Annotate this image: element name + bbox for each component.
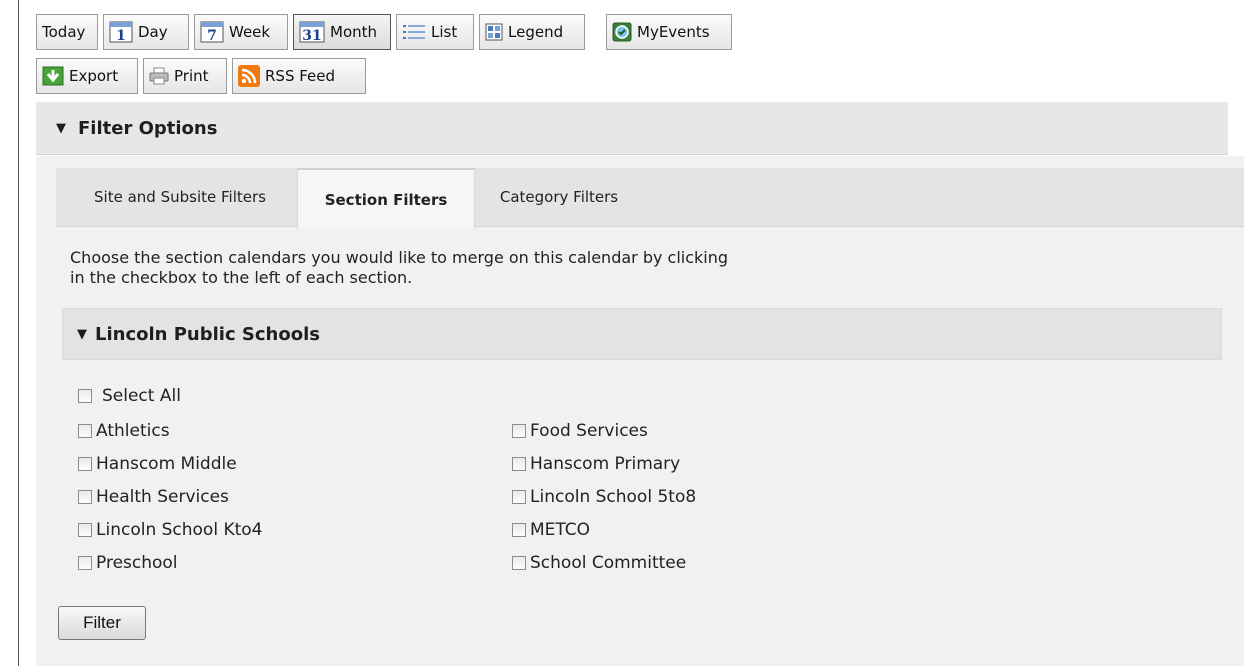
list-icon — [402, 22, 426, 42]
tab-category-filters[interactable]: Category Filters — [480, 168, 638, 226]
calendar-day-icon: 1 — [109, 21, 133, 43]
section-option[interactable]: Food Services — [512, 421, 648, 441]
section-group-title: Lincoln Public Schools — [95, 323, 320, 345]
rss-icon — [238, 65, 260, 87]
section-checkbox[interactable] — [512, 556, 526, 570]
select-all-option[interactable]: Select All — [78, 386, 181, 406]
today-button[interactable]: Today — [36, 14, 98, 50]
calendar-week-icon: 7 — [200, 21, 224, 43]
section-option[interactable]: Lincoln School Kto4 — [78, 520, 263, 540]
svg-text:7: 7 — [207, 28, 217, 43]
collapse-triangle-icon: ▼ — [56, 120, 66, 136]
section-checkbox[interactable] — [78, 523, 92, 537]
section-checkbox[interactable] — [512, 523, 526, 537]
export-arrow-icon — [42, 66, 64, 86]
section-checkbox[interactable] — [512, 457, 526, 471]
tab-site-subsite-filters[interactable]: Site and Subsite Filters — [78, 168, 282, 226]
section-option[interactable]: Preschool — [78, 553, 178, 573]
month-view-button[interactable]: 31 Month — [293, 14, 391, 50]
section-option[interactable]: Athletics — [78, 421, 170, 441]
calendar-month-icon: 31 — [299, 21, 325, 43]
section-option[interactable]: Hanscom Primary — [512, 454, 680, 474]
svg-text:31: 31 — [302, 28, 321, 43]
section-filters-description: Choose the section calendars you would l… — [70, 248, 729, 287]
week-view-button[interactable]: 7 Week — [194, 14, 288, 50]
section-option[interactable]: METCO — [512, 520, 590, 540]
toolbar-row-views: Today 1 Day 7 Week 31 Month List Legend … — [36, 14, 737, 50]
myevents-icon — [612, 22, 632, 42]
export-button[interactable]: Export — [36, 58, 138, 94]
toolbar-row-actions: Export Print RSS Feed — [36, 58, 371, 94]
section-checkbox[interactable] — [78, 490, 92, 504]
filter-button[interactable]: Filter — [58, 606, 146, 640]
section-checkbox[interactable] — [512, 424, 526, 438]
filter-panel: Site and Subsite Filters Section Filters… — [36, 156, 1244, 666]
filter-tabs: Site and Subsite Filters Section Filters… — [56, 168, 1244, 229]
section-option[interactable]: Hanscom Middle — [78, 454, 237, 474]
section-option[interactable]: Health Services — [78, 487, 229, 507]
printer-icon — [149, 67, 169, 85]
select-all-checkbox[interactable] — [78, 389, 92, 403]
day-view-button[interactable]: 1 Day — [103, 14, 189, 50]
section-checkbox[interactable] — [78, 457, 92, 471]
tab-section-filters[interactable]: Section Filters — [297, 168, 475, 229]
section-checkbox[interactable] — [78, 556, 92, 570]
section-group-header[interactable]: ▼ Lincoln Public Schools — [62, 308, 1222, 360]
filter-options-title: Filter Options — [78, 117, 218, 139]
left-border-line — [18, 0, 19, 666]
print-button[interactable]: Print — [143, 58, 227, 94]
list-view-button[interactable]: List — [396, 14, 474, 50]
legend-grid-icon — [485, 23, 503, 41]
svg-text:1: 1 — [116, 28, 126, 43]
myevents-button[interactable]: MyEvents — [606, 14, 732, 50]
section-checkbox[interactable] — [78, 424, 92, 438]
section-option[interactable]: School Committee — [512, 553, 686, 573]
filter-options-header[interactable]: ▼ Filter Options — [36, 102, 1228, 155]
rss-feed-button[interactable]: RSS Feed — [232, 58, 366, 94]
legend-button[interactable]: Legend — [479, 14, 585, 50]
section-checkbox[interactable] — [512, 490, 526, 504]
collapse-triangle-icon: ▼ — [77, 326, 87, 342]
section-option[interactable]: Lincoln School 5to8 — [512, 487, 696, 507]
